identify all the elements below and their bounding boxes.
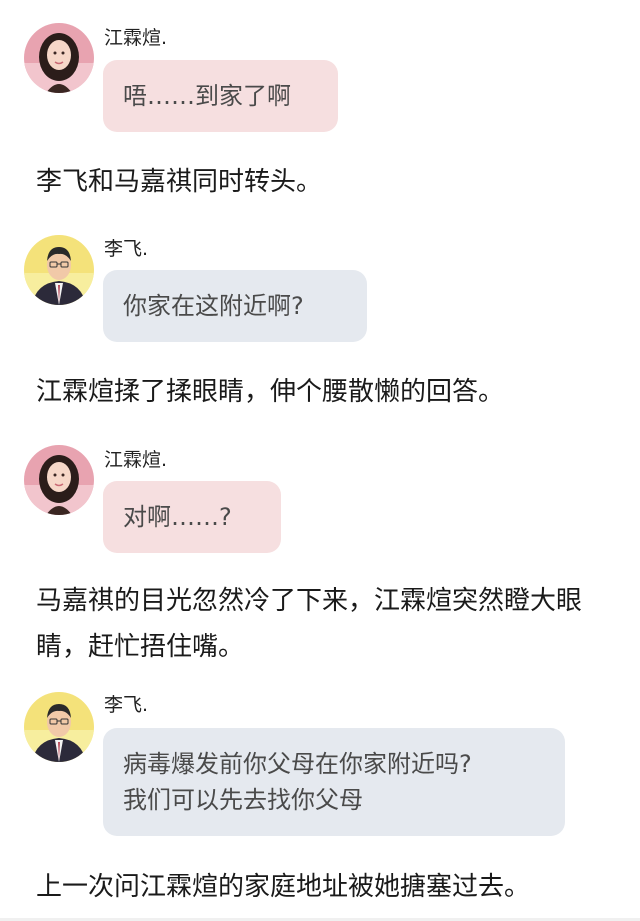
message-text: 唔……到家了啊 [123,82,291,110]
man-avatar[interactable] [24,235,94,305]
message-text-line: 病毒爆发前你父母在你家附近吗? [123,750,472,778]
message-text: 对啊……? [123,503,232,531]
chat-story-page: 江霖煊. 唔……到家了啊 李飞和马嘉祺同时转头。 李飞. 你家在这附近啊? 江霖… [0,0,640,921]
message-bubble: 病毒爆发前你父母在你家附近吗? 我们可以先去找你父母 [103,728,565,836]
man-avatar[interactable] [24,692,94,762]
speaker-name: 李飞. [104,694,149,716]
girl-avatar[interactable] [24,23,94,93]
speaker-name: 李飞. [104,238,149,260]
message-bubble: 唔……到家了啊 [103,60,338,132]
narration-text: 上一次问江霖煊的家庭地址被她搪塞过去。 [36,872,531,902]
narration-text: 马嘉祺的目光忽然冷了下来，江霖煊突然瞪大眼睛，赶忙捂住嘴。 [36,586,583,662]
message-text-line: 我们可以先去找你父母 [123,786,363,814]
girl-avatar[interactable] [24,445,94,515]
narration-text: 李飞和马嘉祺同时转头。 [36,167,323,197]
message-bubble: 对啊……? [103,481,281,553]
narration-text: 江霖煊揉了揉眼睛，伸个腰散懒的回答。 [36,377,505,407]
message-text: 你家在这附近啊? [123,292,304,320]
speaker-name: 江霖煊. [104,449,168,471]
message-bubble: 你家在这附近啊? [103,270,367,342]
speaker-name: 江霖煊. [104,27,168,49]
